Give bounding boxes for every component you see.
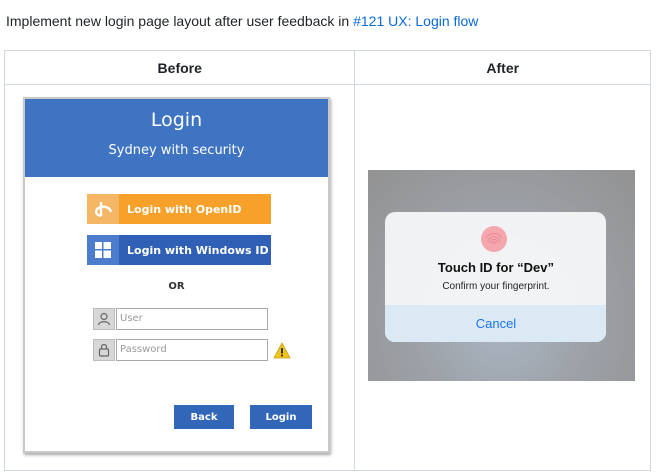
user-icon [93, 308, 115, 330]
windows-icon [87, 235, 119, 265]
warning-icon [273, 342, 291, 359]
login-title: Login [150, 109, 203, 131]
before-screenshot: Login Sydney with security Login with Op… [23, 97, 330, 453]
fingerprint-icon [481, 226, 508, 252]
after-cell: Touch ID for “Dev” Confirm your fingerpr… [354, 84, 651, 471]
before-header: Before [3, 50, 356, 85]
openid-icon [87, 194, 119, 224]
openid-label: Login with OpenID [127, 202, 242, 216]
before-cell: Login Sydney with security Login with Op… [3, 84, 356, 471]
login-button: Login [250, 405, 312, 429]
or-separator: OR [168, 281, 185, 292]
windows-login-button: Login with Windows ID [87, 235, 271, 265]
login-header: Login Sydney with security [25, 99, 328, 177]
back-button: Back [174, 405, 234, 429]
description: Implement new login page layout after us… [6, 13, 478, 29]
openid-login-button: Login with OpenID [87, 194, 271, 224]
description-text: Implement new login page layout after us… [6, 13, 354, 29]
windows-label: Login with Windows ID [127, 243, 269, 257]
user-field: User [116, 308, 268, 330]
touch-id-dialog: Touch ID for “Dev” Confirm your fingerpr… [385, 212, 607, 342]
password-field: Password [116, 339, 268, 361]
lock-icon [93, 339, 115, 361]
touch-id-title: Touch ID for “Dev” [437, 260, 554, 275]
after-header: After [354, 50, 651, 85]
after-screenshot: Touch ID for “Dev” Confirm your fingerpr… [368, 170, 636, 381]
login-subtitle: Sydney with security [108, 143, 245, 158]
cancel-button: Cancel [385, 305, 607, 342]
issue-link[interactable]: #121 UX: Login flow [353, 13, 478, 29]
touch-id-subtitle: Confirm your fingerprint. [442, 281, 550, 292]
comparison-table: Before After Login Sydney with security … [3, 50, 651, 471]
